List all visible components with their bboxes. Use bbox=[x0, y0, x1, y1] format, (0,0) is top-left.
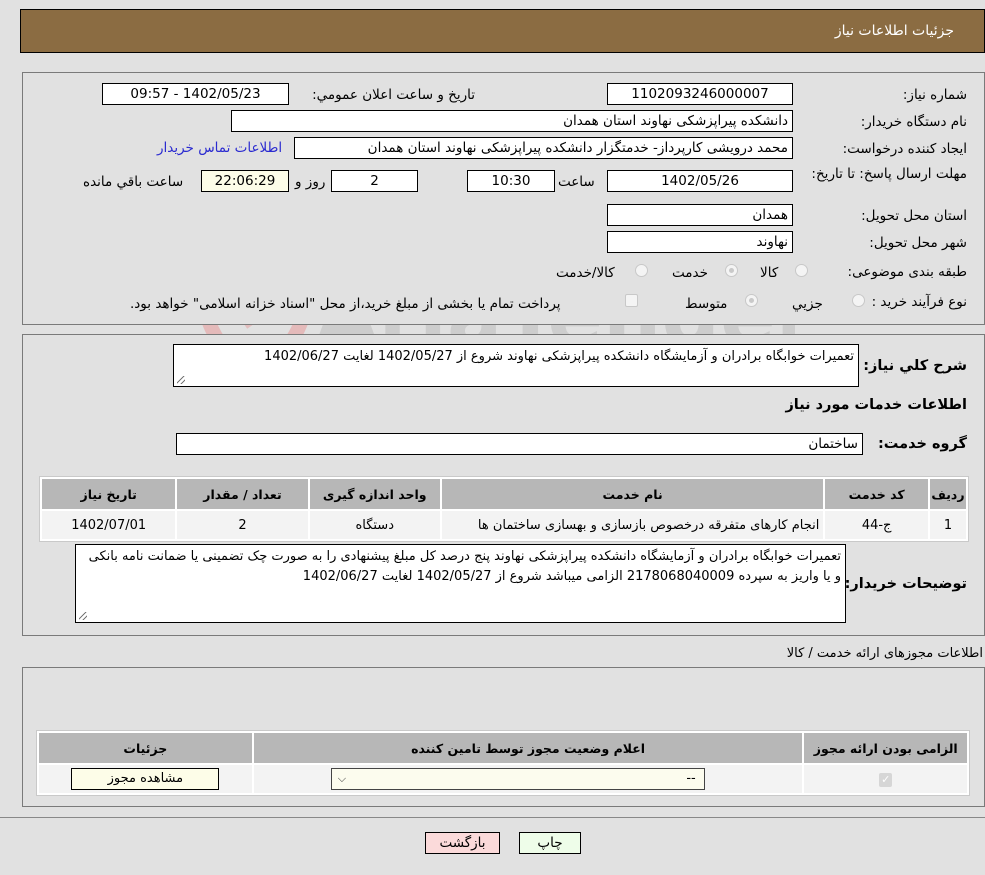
buyer-notes-textarea[interactable]: تعمیرات خوابگاه برادران و آزمایشگاه دانش… bbox=[75, 544, 846, 623]
cell-service-code: ج-44 bbox=[825, 511, 928, 539]
category-radio-service[interactable] bbox=[725, 264, 738, 277]
days-label: روز و bbox=[295, 174, 326, 190]
buyer-notes-text: تعمیرات خوابگاه برادران و آزمایشگاه دانش… bbox=[88, 549, 841, 584]
cell-need-date: 1402/07/01 bbox=[42, 511, 176, 539]
process-radio-minor[interactable] bbox=[852, 294, 865, 307]
view-permit-button[interactable]: مشاهده مجوز bbox=[71, 768, 220, 790]
print-button[interactable]: چاپ bbox=[519, 832, 581, 854]
description-text: تعمیرات خوابگاه برادران و آزمایشگاه دانش… bbox=[264, 349, 854, 364]
description-label: شرح كلي نياز: bbox=[863, 358, 967, 374]
creator-label: ايجاد کننده درخواست: bbox=[842, 141, 967, 157]
remaining-days-field: 2 bbox=[331, 170, 418, 192]
category-option-goods: کالا bbox=[760, 265, 779, 281]
buyer-org-field: دانشکده پیراپزشکی نهاوند استان همدان bbox=[231, 110, 793, 132]
col-permit-status: اعلام وضعیت مجوز توسط تامین کننده bbox=[253, 733, 803, 763]
bottom-divider bbox=[0, 817, 985, 818]
remaining-time-field: 22:06:29 bbox=[201, 170, 289, 192]
category-radio-goods[interactable] bbox=[795, 264, 808, 277]
process-option-minor: جزيي bbox=[792, 296, 823, 312]
permits-section-title: اطلاعات مجوزهای ارائه خدمت / کالا bbox=[786, 646, 983, 661]
cell-permit-status: -- ⌵ bbox=[253, 765, 803, 793]
required-checkbox[interactable]: ✓ bbox=[879, 772, 893, 787]
cell-service-name: انجام کارهای متفرقه درخصوص بازسازی و بهس… bbox=[441, 511, 824, 539]
remaining-label: ساعت باقي مانده bbox=[83, 174, 184, 190]
province-label: استان محل تحويل: bbox=[861, 208, 967, 224]
deadline-time-label: ساعت bbox=[558, 174, 595, 190]
category-radio-goods-service[interactable] bbox=[635, 264, 648, 277]
table-row: 1 ج-44 انجام کارهای متفرقه درخصوص بازساز… bbox=[42, 511, 966, 539]
col-permit-required: الزامی بودن ارائه مجوز bbox=[804, 733, 967, 763]
cell-permit-details: مشاهده مجوز bbox=[39, 765, 252, 793]
col-service-name: نام خدمت bbox=[441, 479, 824, 509]
treasury-checkbox[interactable] bbox=[625, 294, 638, 307]
service-group-label: گروه خدمت: bbox=[877, 436, 967, 452]
col-service-code: کد خدمت bbox=[825, 479, 928, 509]
services-table-header: ردیف کد خدمت نام خدمت واحد اندازه گیری ت… bbox=[42, 479, 966, 509]
process-option-medium: متوسط bbox=[685, 296, 728, 312]
announce-datetime-field: 1402/05/23 - 09:57 bbox=[102, 83, 289, 105]
service-group-field: ساختمان bbox=[176, 433, 863, 455]
buyer-org-label: نام دستگاه خريدار: bbox=[860, 114, 967, 130]
deadline-date-field: 1402/05/26 bbox=[607, 170, 793, 192]
description-textarea[interactable]: تعمیرات خوابگاه برادران و آزمایشگاه دانش… bbox=[173, 344, 859, 387]
permit-status-value: -- bbox=[686, 771, 696, 786]
process-radio-medium[interactable] bbox=[745, 294, 758, 307]
cell-quantity: 2 bbox=[177, 511, 308, 539]
back-button[interactable]: بازگشت bbox=[425, 832, 500, 854]
need-number-label: شماره نیاز: bbox=[902, 87, 967, 103]
col-row: ردیف bbox=[929, 479, 966, 509]
permits-table-header: الزامی بودن ارائه مجوز اعلام وضعیت مجوز … bbox=[39, 733, 967, 763]
category-label: طبقه بندی موضوعی: bbox=[847, 264, 967, 280]
chevron-down-icon: ⌵ bbox=[337, 772, 347, 785]
permit-status-select[interactable]: -- ⌵ bbox=[330, 768, 705, 790]
services-section-title: اطلاعات خدمات مورد نیاز bbox=[785, 397, 967, 413]
category-option-goods-service: کالا/خدمت bbox=[556, 265, 615, 281]
province-field: همدان bbox=[607, 204, 793, 226]
col-permit-details: جزئیات bbox=[39, 733, 252, 763]
creator-field: محمد درویشی کارپرداز- خدمتگزار دانشکده پ… bbox=[294, 137, 793, 159]
category-option-service: خدمت bbox=[672, 265, 708, 281]
deadline-label: مهلت ارسال پاسخ: تا تاریخ: bbox=[811, 166, 967, 182]
buyer-contact-link[interactable]: اطلاعات تماس خريدار bbox=[157, 140, 282, 156]
deadline-time-field: 10:30 bbox=[467, 170, 555, 192]
treasury-note: پرداخت تمام يا بخشی از مبلغ خريد،از محل … bbox=[130, 296, 561, 312]
col-unit: واحد اندازه گیری bbox=[309, 479, 440, 509]
table-row: ✓ -- ⌵ مشاهده مجوز bbox=[39, 765, 967, 793]
col-need-date: تاریخ نیاز bbox=[42, 479, 176, 509]
cell-row: 1 bbox=[929, 511, 966, 539]
announce-label: تاریخ و ساعت اعلان عمومي: bbox=[312, 87, 475, 103]
cell-permit-required: ✓ bbox=[804, 765, 967, 793]
col-quantity: تعداد / مقدار bbox=[177, 479, 308, 509]
cell-unit: دستگاه bbox=[309, 511, 440, 539]
services-table: ردیف کد خدمت نام خدمت واحد اندازه گیری ت… bbox=[39, 476, 969, 542]
city-label: شهر محل تحويل: bbox=[869, 235, 967, 251]
page-header: جزئیات اطلاعات نیاز bbox=[20, 9, 985, 53]
page-title: جزئیات اطلاعات نیاز bbox=[834, 23, 954, 39]
permits-table: الزامی بودن ارائه مجوز اعلام وضعیت مجوز … bbox=[36, 730, 970, 796]
need-number-field: 1102093246000007 bbox=[607, 83, 793, 105]
resize-grip-icon[interactable] bbox=[79, 612, 87, 620]
buyer-notes-label: توضيحات خريدار: bbox=[844, 576, 967, 592]
city-field: نهاوند bbox=[607, 231, 793, 253]
process-label: نوع فرآيند خريد : bbox=[871, 294, 967, 310]
resize-grip-icon[interactable] bbox=[177, 376, 185, 384]
